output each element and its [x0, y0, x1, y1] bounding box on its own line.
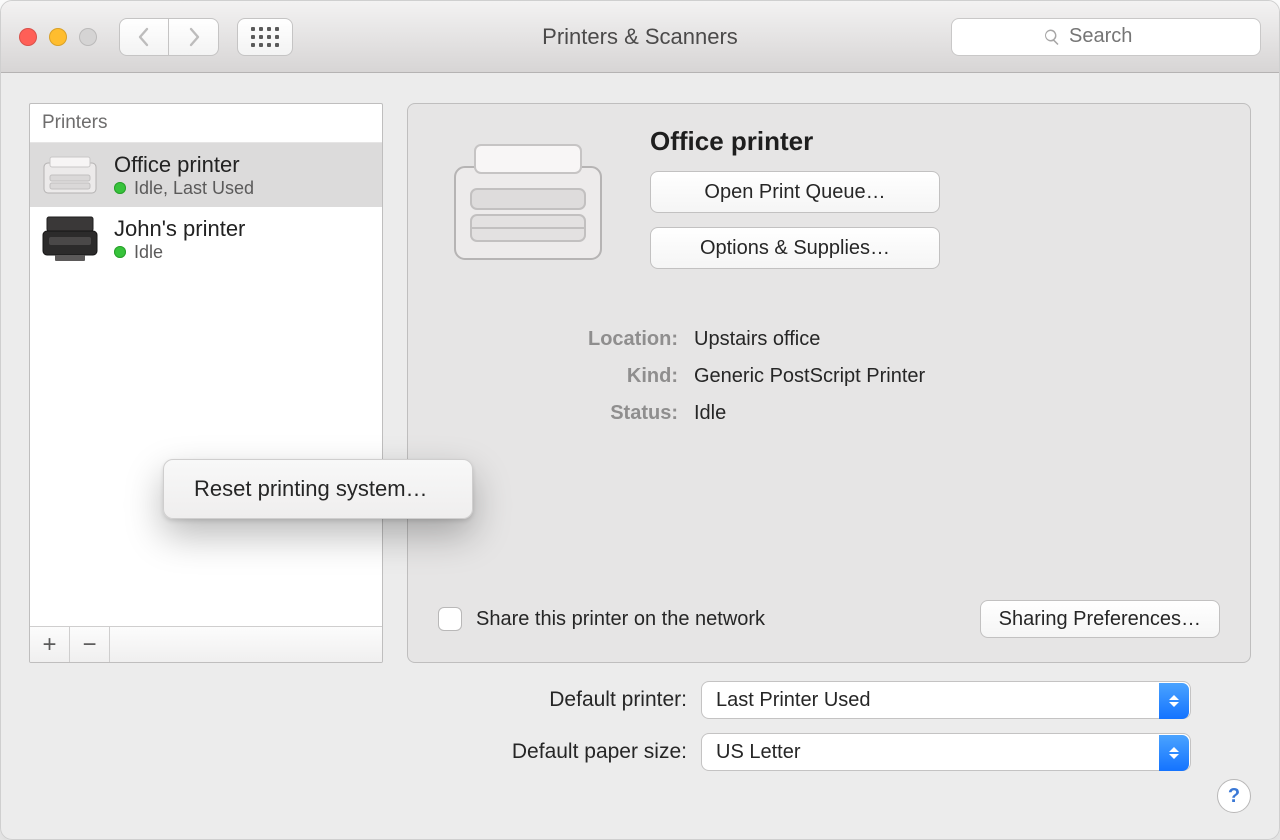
- search-field[interactable]: [951, 18, 1261, 56]
- detail-info: Location: Upstairs office Kind: Generic …: [438, 328, 1220, 425]
- search-input[interactable]: [1069, 25, 1169, 48]
- content-area: Printers Office printer Idle, Last Used: [1, 73, 1279, 839]
- location-value: Upstairs office: [694, 328, 1220, 351]
- defaults-area: Default printer: Last Printer Used Defau…: [407, 681, 1191, 771]
- add-printer-button[interactable]: +: [30, 627, 70, 662]
- detail-panel: Office printer Open Print Queue… Options…: [407, 103, 1251, 663]
- printer-item-name: Office printer: [114, 152, 254, 178]
- kind-label: Kind:: [438, 365, 678, 388]
- window-controls: [19, 28, 97, 46]
- preferences-window: Printers & Scanners Printers Office prin…: [0, 0, 1280, 840]
- chevron-right-icon: [186, 27, 202, 47]
- printer-item-status: Idle, Last Used: [114, 178, 254, 199]
- default-paper-label: Default paper size:: [407, 740, 687, 764]
- chevron-left-icon: [136, 27, 152, 47]
- share-checkbox[interactable]: [438, 607, 462, 631]
- status-value: Idle: [694, 402, 1220, 425]
- default-printer-label: Default printer:: [407, 688, 687, 712]
- printer-large-icon: [438, 126, 618, 276]
- printer-item-text: Office printer Idle, Last Used: [114, 152, 254, 199]
- open-print-queue-button[interactable]: Open Print Queue…: [650, 171, 940, 213]
- context-menu: Reset printing system…: [163, 459, 473, 519]
- printer-item-text: John's printer Idle: [114, 216, 245, 263]
- printer-icon: [38, 151, 102, 199]
- detail-header: Office printer Open Print Queue… Options…: [438, 126, 1220, 276]
- grid-icon: [251, 27, 279, 47]
- default-paper-row: Default paper size: US Letter: [407, 733, 1191, 771]
- list-header: Printers: [30, 104, 382, 143]
- printer-list-item[interactable]: Office printer Idle, Last Used: [30, 143, 382, 207]
- default-printer-value: Last Printer Used: [716, 689, 871, 712]
- popup-stepper-icon: [1159, 735, 1189, 771]
- nav-segment: [119, 18, 219, 56]
- help-button[interactable]: ?: [1217, 779, 1251, 813]
- printer-item-status: Idle: [114, 242, 245, 263]
- footer-spacer: [110, 627, 382, 662]
- titlebar: Printers & Scanners: [1, 1, 1279, 73]
- show-all-button[interactable]: [237, 18, 293, 56]
- options-supplies-button[interactable]: Options & Supplies…: [650, 227, 940, 269]
- kind-value: Generic PostScript Printer: [694, 365, 1220, 388]
- printer-item-status-text: Idle, Last Used: [134, 178, 254, 199]
- printer-list: Printers Office printer Idle, Last Used: [29, 103, 383, 663]
- close-window-button[interactable]: [19, 28, 37, 46]
- default-printer-popup[interactable]: Last Printer Used: [701, 681, 1191, 719]
- minimize-window-button[interactable]: [49, 28, 67, 46]
- status-dot-icon: [114, 246, 126, 258]
- printer-list-item[interactable]: John's printer Idle: [30, 207, 382, 271]
- default-printer-row: Default printer: Last Printer Used: [407, 681, 1191, 719]
- reset-printing-system-menu-item[interactable]: Reset printing system…: [168, 466, 468, 512]
- detail-column: Office printer Open Print Queue… Options…: [407, 103, 1251, 825]
- search-icon: [1043, 28, 1061, 46]
- printer-item-name: John's printer: [114, 216, 245, 242]
- status-dot-icon: [114, 182, 126, 194]
- printer-item-status-text: Idle: [134, 242, 163, 263]
- popup-stepper-icon: [1159, 683, 1189, 719]
- printer-icon: [38, 215, 102, 263]
- remove-printer-button[interactable]: −: [70, 627, 110, 662]
- share-row: Share this printer on the network Sharin…: [438, 600, 1220, 638]
- sharing-preferences-button[interactable]: Sharing Preferences…: [980, 600, 1220, 638]
- detail-printer-name: Office printer: [650, 126, 1220, 157]
- back-button[interactable]: [119, 18, 169, 56]
- status-label: Status:: [438, 402, 678, 425]
- detail-actions: Office printer Open Print Queue… Options…: [650, 126, 1220, 269]
- share-label: Share this printer on the network: [476, 608, 966, 631]
- default-paper-value: US Letter: [716, 741, 800, 764]
- printer-list-items: Office printer Idle, Last Used Jo: [30, 143, 382, 626]
- default-paper-popup[interactable]: US Letter: [701, 733, 1191, 771]
- forward-button[interactable]: [169, 18, 219, 56]
- zoom-window-button: [79, 28, 97, 46]
- location-label: Location:: [438, 328, 678, 351]
- list-footer: + −: [30, 626, 382, 662]
